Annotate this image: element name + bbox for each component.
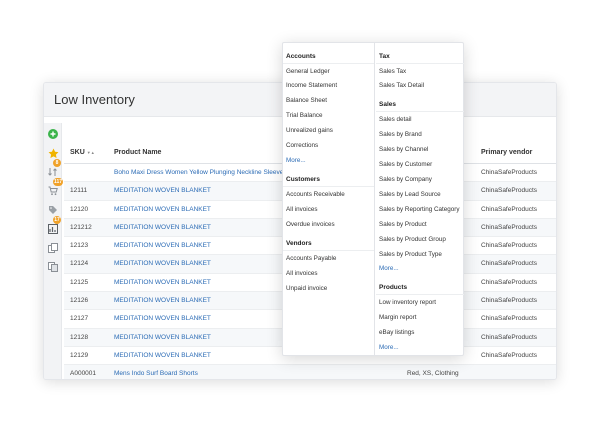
- product-name-link[interactable]: MEDITATION WOVEN BLANKET: [114, 206, 211, 213]
- sku-cell: 12124: [70, 260, 89, 268]
- vendor-cell: ChinaSafeProducts: [481, 223, 538, 231]
- product-name-link[interactable]: MEDITATION WOVEN BLANKET: [114, 334, 211, 341]
- sku-cell: A000001: [70, 370, 97, 378]
- menu-item-all-invoices[interactable]: All invoices: [286, 206, 373, 213]
- menu-divider: [376, 63, 464, 64]
- column-header-sku[interactable]: SKU ▼▲: [70, 149, 95, 156]
- attributes-cell: Red, XS, Clothing: [407, 370, 459, 378]
- menu-item-general-ledger[interactable]: General Ledger: [286, 68, 373, 75]
- menu-item-sales-by-brand[interactable]: Sales by Brand: [379, 131, 465, 138]
- menu-item-low-inventory-report[interactable]: Low inventory report: [379, 299, 465, 306]
- sku-cell: 12127: [70, 315, 89, 323]
- product-name-link[interactable]: MEDITATION WOVEN BLANKET: [114, 297, 211, 304]
- menu-item-unrealized-gains[interactable]: Unrealized gains: [286, 127, 373, 134]
- menu-item-sales-tax-detail[interactable]: Sales Tax Detail: [379, 82, 465, 89]
- menu-divider: [283, 63, 374, 64]
- reports-mega-menu: Accounts General Ledger Income Statement…: [282, 42, 464, 356]
- copy-alt-icon[interactable]: [44, 258, 62, 276]
- menu-section-tax: Tax: [379, 53, 390, 60]
- menu-item-accounts-payable[interactable]: Accounts Payable: [286, 255, 373, 262]
- menu-products-more-link[interactable]: More...: [379, 344, 465, 351]
- copy-icon[interactable]: [44, 239, 62, 257]
- menu-accounts-more-link[interactable]: More...: [286, 157, 373, 164]
- menu-item-vendor-all-invoices[interactable]: All invoices: [286, 270, 373, 277]
- menu-column-right: Tax Sales Tax Sales Tax Detail Sales Sal…: [376, 43, 465, 355]
- sort-badge: 8: [53, 159, 61, 167]
- menu-section-accounts: Accounts: [286, 53, 316, 60]
- page-title: Low Inventory: [54, 92, 135, 107]
- column-header-primary-vendor[interactable]: Primary vendor: [481, 149, 532, 156]
- menu-item-sales-by-company[interactable]: Sales by Company: [379, 176, 465, 183]
- product-name-link[interactable]: MEDITATION WOVEN BLANKET: [114, 242, 211, 249]
- chart-icon[interactable]: 17: [44, 216, 62, 238]
- sku-cell: 12123: [70, 242, 89, 250]
- menu-item-accounts-receivable[interactable]: Accounts Receivable: [286, 191, 373, 198]
- menu-item-trial-balance[interactable]: Trial Balance: [286, 112, 373, 119]
- product-name-link[interactable]: MEDITATION WOVEN BLANKET: [114, 260, 211, 267]
- table-row[interactable]: A000001 Mens Indo Surf Board Shorts Red, X…: [64, 365, 556, 379]
- vendor-cell: ChinaSafeProducts: [481, 205, 538, 213]
- vendor-cell: ChinaSafeProducts: [481, 351, 538, 359]
- vendor-cell: ChinaSafeProducts: [481, 242, 538, 250]
- menu-item-corrections[interactable]: Corrections: [286, 142, 373, 149]
- menu-section-vendors: Vendors: [286, 240, 312, 247]
- menu-divider: [376, 111, 464, 112]
- product-name-link[interactable]: Boho Maxi Dress Women Yellow Plunging Ne…: [114, 169, 283, 176]
- sku-cell: 12129: [70, 351, 89, 359]
- menu-item-sales-by-channel[interactable]: Sales by Channel: [379, 146, 465, 153]
- menu-item-sales-tax[interactable]: Sales Tax: [379, 68, 465, 75]
- menu-section-sales: Sales: [379, 101, 396, 108]
- product-name-link[interactable]: MEDITATION WOVEN BLANKET: [114, 187, 211, 194]
- menu-item-sales-by-reporting-category[interactable]: Sales by Reporting Category: [379, 206, 465, 213]
- vendor-cell: ChinaSafeProducts: [481, 315, 538, 323]
- cart-badge: 117: [53, 178, 64, 186]
- menu-item-balance-sheet[interactable]: Balance Sheet: [286, 97, 373, 104]
- menu-column-left: Accounts General Ledger Income Statement…: [283, 43, 375, 355]
- sku-cell: 12120: [70, 205, 89, 213]
- product-name-link[interactable]: MEDITATION WOVEN BLANKET: [114, 352, 211, 359]
- menu-item-sales-by-product[interactable]: Sales by Product: [379, 221, 465, 228]
- menu-item-income-statement[interactable]: Income Statement: [286, 82, 373, 89]
- menu-item-sales-by-lead-source[interactable]: Sales by Lead Source: [379, 191, 465, 198]
- menu-divider: [376, 294, 464, 295]
- vendor-cell: ChinaSafeProducts: [481, 333, 538, 341]
- vendor-cell: ChinaSafeProducts: [481, 297, 538, 305]
- chart-badge: 17: [53, 216, 61, 224]
- vendor-cell: ChinaSafeProducts: [481, 187, 538, 195]
- sku-cell: 12125: [70, 278, 89, 286]
- vendor-cell: ChinaSafeProducts: [481, 260, 538, 268]
- sku-cell: 12111: [70, 187, 88, 195]
- menu-divider: [283, 250, 374, 251]
- menu-item-sales-by-product-type[interactable]: Sales by Product Type: [379, 251, 465, 258]
- sort-indicator-icon: ▼▲: [86, 150, 95, 155]
- vendor-cell: ChinaSafeProducts: [481, 278, 538, 286]
- menu-item-unpaid-invoice[interactable]: Unpaid invoice: [286, 285, 373, 292]
- menu-item-sales-detail[interactable]: Sales detail: [379, 116, 465, 123]
- menu-section-customers: Customers: [286, 176, 320, 183]
- add-icon[interactable]: [44, 125, 62, 143]
- product-name-link[interactable]: MEDITATION WOVEN BLANKET: [114, 279, 211, 286]
- sku-cell: 12126: [70, 297, 89, 305]
- menu-item-sales-by-product-group[interactable]: Sales by Product Group: [379, 236, 465, 243]
- menu-sales-more-link[interactable]: More...: [379, 265, 465, 272]
- menu-section-products: Products: [379, 284, 408, 291]
- menu-divider: [283, 186, 374, 187]
- column-header-product-name[interactable]: Product Name: [114, 149, 161, 156]
- menu-item-overdue-invoices[interactable]: Overdue invoices: [286, 221, 373, 228]
- vendor-cell: ChinaSafeProducts: [481, 169, 538, 176]
- sku-cell: 121212: [70, 223, 92, 231]
- product-name-link[interactable]: MEDITATION WOVEN BLANKET: [114, 224, 211, 231]
- product-name-link[interactable]: Mens Indo Surf Board Shorts: [114, 370, 198, 377]
- product-name-link[interactable]: MEDITATION WOVEN BLANKET: [114, 315, 211, 322]
- menu-item-sales-by-customer[interactable]: Sales by Customer: [379, 161, 465, 168]
- menu-item-ebay-listings[interactable]: eBay listings: [379, 329, 465, 336]
- sku-cell: 12128: [70, 333, 89, 341]
- icon-rail: 8 117 17: [44, 123, 64, 379]
- cart-icon[interactable]: 117: [44, 178, 64, 200]
- menu-item-margin-report[interactable]: Margin report: [379, 314, 465, 321]
